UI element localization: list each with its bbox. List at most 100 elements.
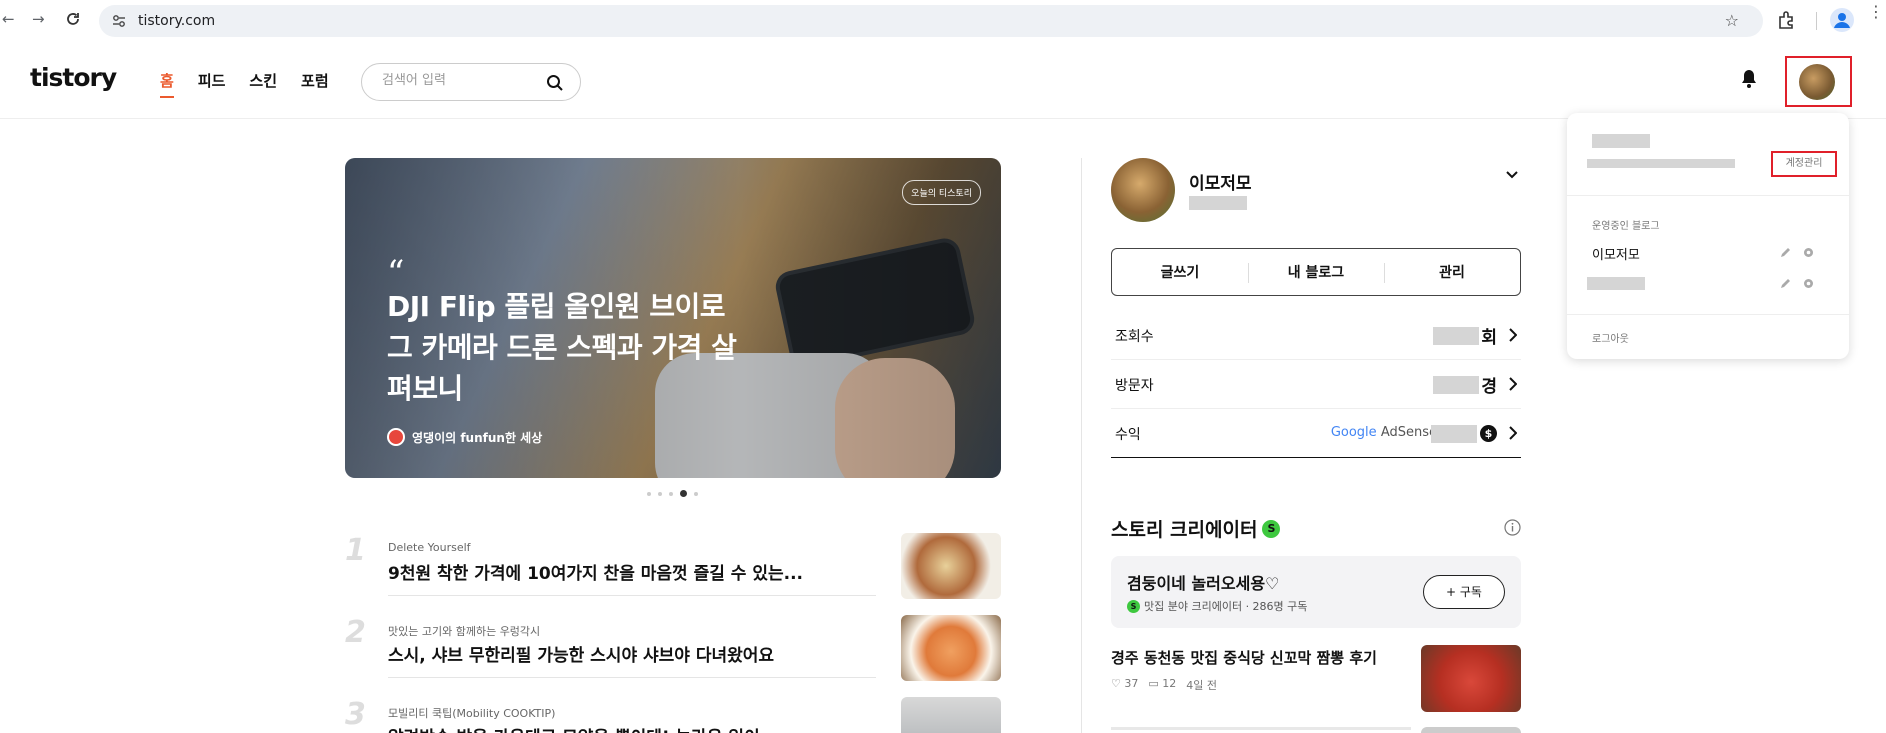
list-item[interactable]: 1 Delete Yourself 9천원 착한 가격에 10여가지 찬을 마음… xyxy=(345,533,1001,613)
quote-mark: “ xyxy=(387,253,405,293)
stat-unit: 회 xyxy=(1481,328,1497,348)
reload-icon[interactable] xyxy=(65,11,81,27)
list-item[interactable]: 2 맛있는 고기와 함께하는 우렁각시 스시, 샤브 무한리필 가능한 스시야 … xyxy=(345,615,1001,695)
rank-title[interactable]: 스시, 샤브 무한리필 가능한 스시야 샤브야 다녀왔어요 xyxy=(388,641,774,666)
rank-category: 모빌리티 쿡팁(Mobility COOKTIP) xyxy=(388,707,556,720)
stat-row-views[interactable]: 조회수 회 xyxy=(1111,311,1521,360)
carousel-dot-active[interactable] xyxy=(680,490,687,497)
adsense-label: Google AdSense xyxy=(1330,425,1437,440)
address-bar[interactable]: tistory.com ☆ xyxy=(99,5,1763,37)
chevron-right-icon[interactable] xyxy=(1509,328,1517,342)
creator-meta: S 맛집 분야 크리에이터 · 286명 구독 xyxy=(1127,598,1307,614)
rank-number: 3 xyxy=(345,697,366,732)
creator-post[interactable]: 경주 동천동 맛집 중식당 신꼬막 짬뽕 후기 ♡ 37 ▭ 12 4일 전 xyxy=(1111,645,1521,715)
gear-icon[interactable] xyxy=(1802,246,1815,259)
chevron-right-icon[interactable] xyxy=(1509,426,1517,440)
next-post-thumbnail-partial xyxy=(1421,727,1521,733)
hero-blog-name: 영댕이의 funfun한 세상 xyxy=(412,430,543,445)
next-post-partial xyxy=(1111,727,1411,730)
carousel-dot[interactable] xyxy=(647,491,651,496)
list-item[interactable]: 3 모빌리티 쿡팁(Mobility COOKTIP) 알려방송 받을 가운데로… xyxy=(345,697,1001,733)
carousel-dots xyxy=(647,490,698,497)
hero-banner[interactable]: 오늘의 티스토리 “ DJI Flip 플립 올인원 브이로그 카메라 드론 스… xyxy=(345,158,1001,478)
account-dropdown: 계정관리 운영중인 블로그 이모저모 로그아웃 xyxy=(1567,113,1849,359)
logout-link[interactable]: 로그아웃 xyxy=(1592,330,1629,345)
blog-avatar-icon xyxy=(387,428,405,446)
story-creator-title: 스토리 크리에이터 S xyxy=(1111,515,1281,542)
chevron-right-icon[interactable] xyxy=(1509,377,1517,391)
profile-avatar[interactable] xyxy=(1111,158,1175,222)
browser-menu-icon[interactable]: ⋮ xyxy=(1868,4,1884,20)
rank-title[interactable]: 9천원 착한 가격에 10여가지 찬을 마음껏 즐길 수 있는... xyxy=(388,559,803,584)
notification-bell-icon[interactable] xyxy=(1740,69,1758,89)
chevron-down-icon[interactable] xyxy=(1505,170,1519,180)
site-header: tistory 홈 피드 스킨 포럼 xyxy=(0,40,1886,119)
carousel-dot[interactable] xyxy=(669,491,673,496)
redacted-value xyxy=(1433,376,1479,394)
profile-name: 이모저모 xyxy=(1189,174,1252,194)
creator-card[interactable]: 겸둥이네 놀러오세용♡ S 맛집 분야 크리에이터 · 286명 구독 + 구독 xyxy=(1111,556,1521,628)
search-icon[interactable] xyxy=(546,74,564,92)
manage-button[interactable]: 관리 xyxy=(1384,249,1520,295)
gear-icon[interactable] xyxy=(1802,277,1815,290)
creator-badge-icon: S xyxy=(1262,519,1281,538)
redacted-blog-item[interactable] xyxy=(1587,277,1645,290)
browser-profile-icon[interactable] xyxy=(1830,8,1854,32)
info-icon[interactable] xyxy=(1504,519,1521,536)
rank-number: 2 xyxy=(345,615,366,650)
stat-row-visitors[interactable]: 방문자 경 xyxy=(1111,360,1521,409)
post-thumbnail[interactable] xyxy=(1421,645,1521,712)
profile-action-buttons: 글쓰기 내 블로그 관리 xyxy=(1111,248,1521,296)
stat-label: 조회수 xyxy=(1115,329,1154,345)
stat-row-revenue[interactable]: 수익 Google AdSense $ xyxy=(1111,409,1521,458)
redacted-blog-address xyxy=(1189,196,1247,210)
stat-unit: 경 xyxy=(1481,377,1497,397)
blog-item[interactable]: 이모저모 xyxy=(1592,244,1640,263)
tistory-logo[interactable]: tistory xyxy=(30,63,117,92)
subscribe-button[interactable]: + 구독 xyxy=(1423,575,1505,609)
rank-category: 맛있는 고기와 함께하는 우렁각시 xyxy=(388,625,541,638)
hero-blog[interactable]: 영댕이의 funfun한 세상 xyxy=(387,428,542,446)
nav-skin[interactable]: 스킨 xyxy=(249,70,277,91)
url-text: tistory.com xyxy=(138,13,216,29)
nav-feed[interactable]: 피드 xyxy=(198,70,226,91)
rank-thumbnail[interactable] xyxy=(901,533,1001,599)
stat-label: 수익 xyxy=(1115,427,1141,443)
rank-thumbnail[interactable] xyxy=(901,615,1001,681)
nav-forum[interactable]: 포럼 xyxy=(301,70,329,91)
back-icon[interactable]: ← xyxy=(2,10,15,28)
post-title[interactable]: 경주 동천동 맛집 중식당 신꼬막 짬뽕 후기 xyxy=(1111,647,1377,668)
avatar xyxy=(1799,64,1835,100)
carousel-dot[interactable] xyxy=(658,491,662,496)
extensions-icon[interactable] xyxy=(1776,9,1798,31)
search-input[interactable] xyxy=(382,73,532,88)
carousel-dot[interactable] xyxy=(694,491,698,496)
write-button[interactable]: 글쓰기 xyxy=(1112,249,1248,295)
edit-icon[interactable] xyxy=(1779,277,1792,290)
nav-home[interactable]: 홈 xyxy=(160,70,174,98)
edit-icon[interactable] xyxy=(1779,246,1792,259)
site-settings-icon[interactable] xyxy=(111,13,127,29)
creator-badge-icon: S xyxy=(1127,599,1140,613)
redacted-value xyxy=(1431,425,1477,443)
rank-title[interactable]: 알려방송 받을 가운데로 모양을 뿜이데! 놀라운 일이 xyxy=(388,723,760,733)
forward-icon[interactable]: → xyxy=(32,10,45,28)
bookmark-star-icon[interactable]: ☆ xyxy=(1725,11,1739,30)
creator-name[interactable]: 겸둥이네 놀러오세용♡ xyxy=(1127,570,1279,594)
profile-avatar-button[interactable] xyxy=(1785,56,1852,107)
column-divider xyxy=(1081,158,1082,733)
blogs-label: 운영중인 블로그 xyxy=(1592,221,1660,232)
toolbar-divider xyxy=(1816,12,1817,30)
post-meta: ♡ 37 ▭ 12 4일 전 xyxy=(1111,677,1217,693)
post-time: 4일 전 xyxy=(1186,679,1217,692)
hero-title[interactable]: DJI Flip 플립 올인원 브이로그 카메라 드론 스펙과 가격 살펴보니 xyxy=(387,286,737,409)
stat-label: 방문자 xyxy=(1115,378,1154,394)
likes-count: ♡ 37 xyxy=(1111,677,1139,690)
comments-count: ▭ 12 xyxy=(1148,677,1177,690)
my-blog-button[interactable]: 내 블로그 xyxy=(1248,249,1384,295)
rank-thumbnail[interactable] xyxy=(901,697,1001,733)
account-manage-link[interactable]: 계정관리 xyxy=(1771,151,1837,177)
hero-badge: 오늘의 티스토리 xyxy=(902,180,981,205)
redacted-account-email xyxy=(1587,159,1735,168)
search-box xyxy=(361,63,581,101)
